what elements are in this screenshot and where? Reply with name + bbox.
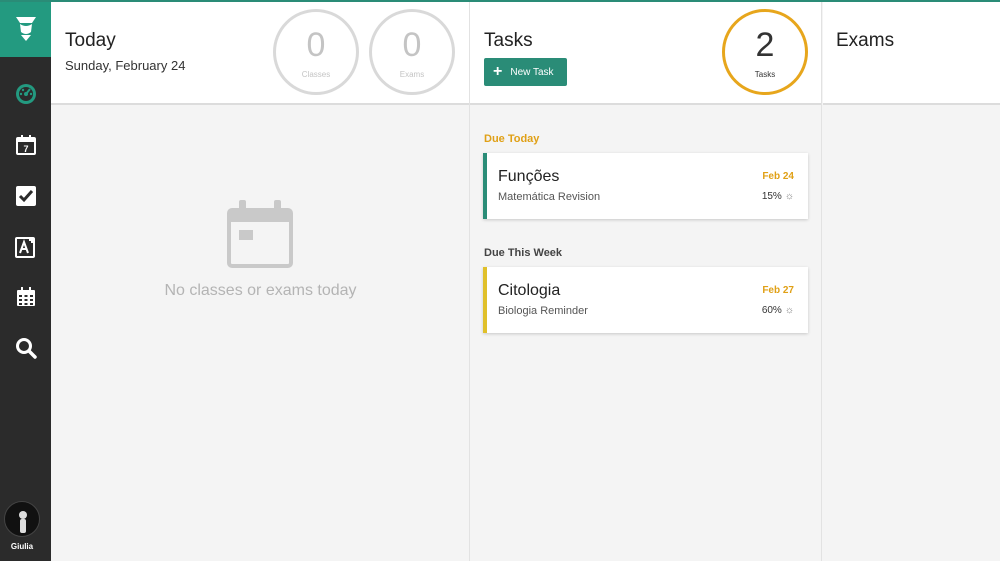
task-title: Funções bbox=[498, 168, 560, 185]
nav-dashboard[interactable] bbox=[0, 74, 51, 114]
calendar-day-number: 7 bbox=[23, 144, 28, 154]
nav-tasks[interactable] bbox=[0, 176, 51, 216]
exams-count: 0 bbox=[402, 26, 422, 64]
tasks-count-label: Tasks bbox=[754, 70, 776, 79]
section-due-today: Due Today bbox=[484, 133, 540, 145]
graduate-logo-icon bbox=[15, 16, 36, 41]
task-card[interactable]: Funções Matemática Revision Feb 24 15% ☼ bbox=[483, 153, 808, 219]
classes-counter[interactable]: 0 Classes bbox=[273, 9, 359, 95]
tasks-count: 2 bbox=[755, 26, 775, 64]
task-subject: Matemática Revision bbox=[498, 191, 601, 203]
exams-label: Exams bbox=[399, 70, 425, 79]
tasks-column: Tasks + New Task 2 Tasks Due Today Funçõ… bbox=[470, 0, 822, 561]
task-progress-value: 60% bbox=[761, 305, 782, 316]
task-title: Citologia bbox=[498, 282, 561, 299]
tasks-title: Tasks bbox=[484, 30, 533, 51]
user-avatar[interactable] bbox=[4, 501, 40, 537]
today-title: Today bbox=[65, 30, 116, 51]
today-column: Today Sunday, February 24 0 Classes 0 Ex… bbox=[51, 0, 470, 561]
task-progress-value: 15% bbox=[761, 191, 782, 202]
classes-label: Classes bbox=[301, 70, 331, 79]
task-progress: 15% ☼ bbox=[762, 191, 794, 202]
exam-icon bbox=[14, 237, 35, 258]
task-due-date: Feb 24 bbox=[762, 171, 794, 182]
classes-count: 0 bbox=[306, 26, 326, 64]
task-progress: 60% ☼ bbox=[762, 305, 794, 316]
checkbox-icon bbox=[15, 186, 36, 206]
empty-calendar-icon bbox=[227, 200, 293, 273]
progress-spinner-icon: ☼ bbox=[784, 305, 794, 316]
exams-column: Exams bbox=[823, 0, 1000, 561]
user-photo-icon bbox=[19, 511, 27, 533]
dashboard-gauge-icon bbox=[15, 84, 36, 104]
exams-header: Exams bbox=[823, 2, 1000, 105]
today-date: Sunday, February 24 bbox=[65, 58, 186, 73]
new-task-label: New Task bbox=[510, 66, 554, 78]
task-due-date: Feb 27 bbox=[762, 285, 794, 296]
empty-state-message: No classes or exams today bbox=[164, 282, 357, 299]
sidebar: 7 Giulia bbox=[0, 0, 51, 561]
today-header: Today Sunday, February 24 0 Classes 0 Ex… bbox=[51, 2, 469, 105]
tasks-header: Tasks + New Task 2 Tasks bbox=[470, 2, 821, 105]
nav-search[interactable] bbox=[0, 328, 51, 368]
task-card[interactable]: Citologia Biologia Reminder Feb 27 60% ☼ bbox=[483, 267, 808, 333]
calendar-day-icon: 7 bbox=[15, 135, 36, 155]
search-icon bbox=[15, 338, 37, 359]
tasks-counter[interactable]: 2 Tasks bbox=[722, 9, 808, 95]
app-logo[interactable] bbox=[0, 0, 51, 57]
section-due-this-week: Due This Week bbox=[484, 247, 563, 259]
exams-counter[interactable]: 0 Exams bbox=[369, 9, 455, 95]
new-task-button[interactable]: + New Task bbox=[484, 58, 567, 86]
nav-calendar[interactable]: 7 bbox=[0, 125, 51, 165]
plus-icon: + bbox=[493, 63, 503, 80]
nav-exams[interactable] bbox=[0, 227, 51, 267]
progress-spinner-icon: ☼ bbox=[784, 191, 794, 202]
task-subject: Biologia Reminder bbox=[498, 305, 588, 317]
nav-schedule[interactable] bbox=[0, 277, 51, 317]
top-accent-line bbox=[0, 0, 1000, 2]
exams-title: Exams bbox=[836, 30, 895, 51]
user-name: Giulia bbox=[10, 542, 34, 551]
schedule-grid-icon bbox=[16, 287, 35, 306]
